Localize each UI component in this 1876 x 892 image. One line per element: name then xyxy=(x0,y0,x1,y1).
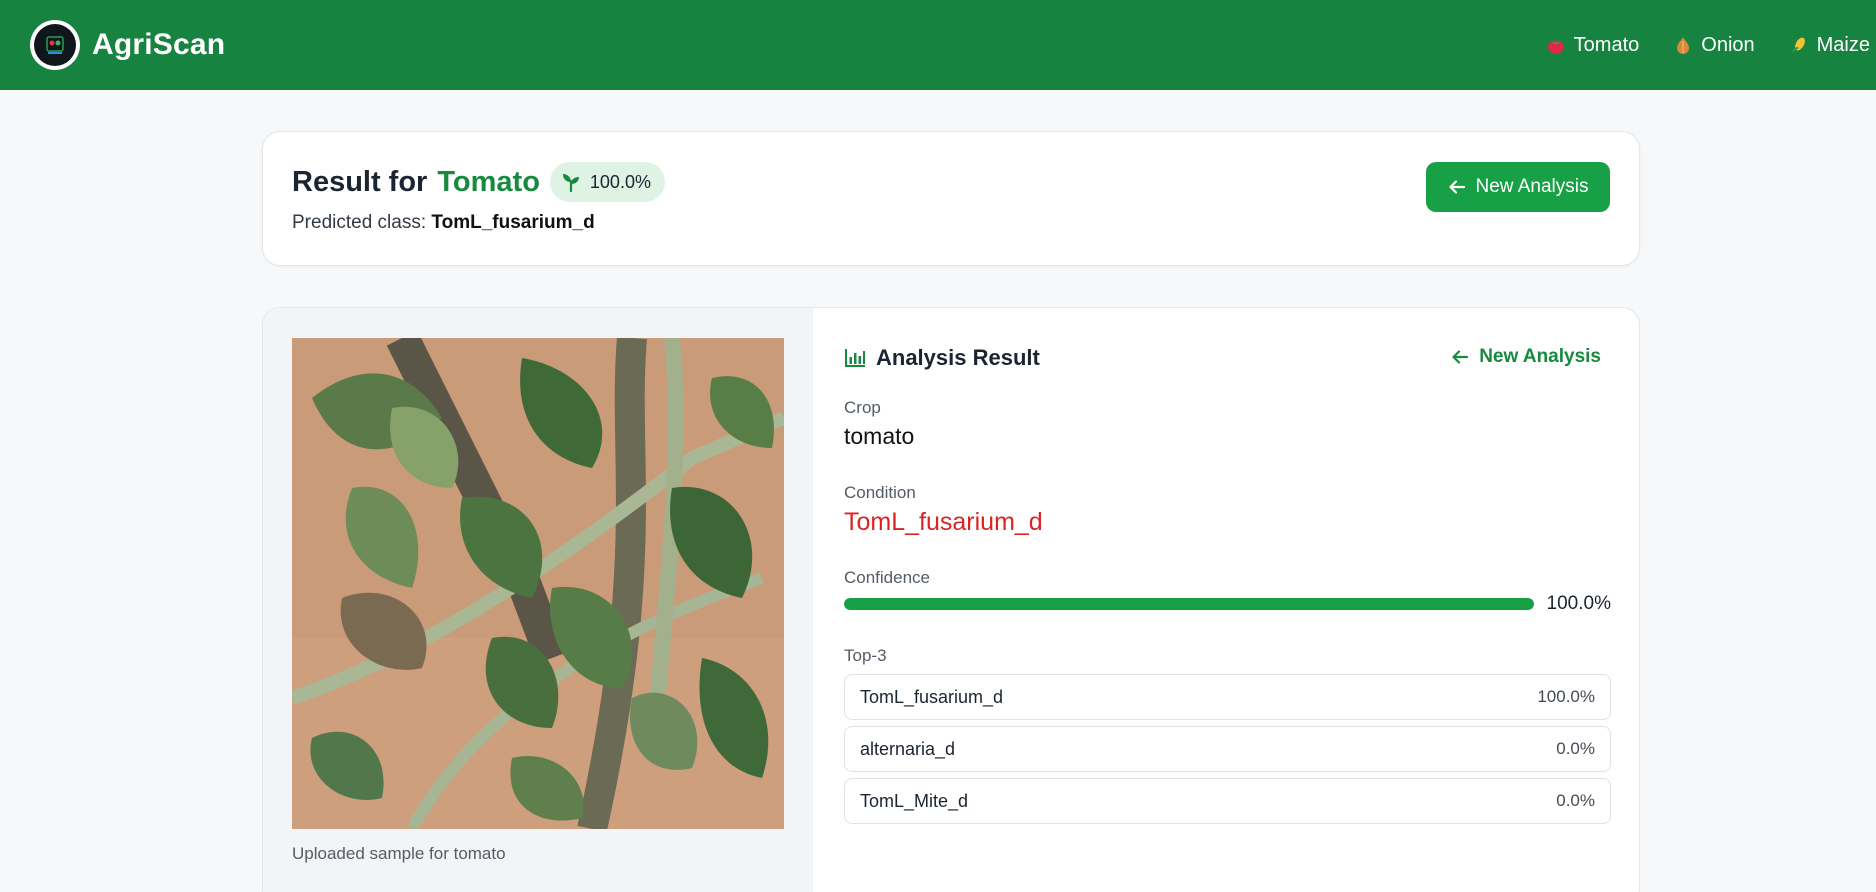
top3-class-pct: 100.0% xyxy=(1537,687,1595,706)
brand[interactable]: AgriScan xyxy=(30,20,225,70)
leaf-health-logo-icon xyxy=(30,20,80,70)
predicted-class-value: TomL_fusarium_d xyxy=(431,212,595,233)
confidence-value: 100.0% xyxy=(1546,593,1611,614)
nav-item-onion[interactable]: Onion xyxy=(1673,33,1755,57)
top-navbar: AgriScan Tomato Onion Maize xyxy=(0,0,1876,90)
top3-class-pct: 0.0% xyxy=(1556,739,1595,758)
confidence-badge: 100.0% xyxy=(549,162,665,202)
nav-item-label: Tomato xyxy=(1573,33,1640,56)
confidence-label: Confidence xyxy=(844,568,931,587)
bar-chart-icon xyxy=(845,349,865,367)
new-analysis-button-label: New Analysis xyxy=(1475,176,1589,197)
nav-item-label: Maize xyxy=(1816,33,1870,56)
title-crop: Tomato xyxy=(437,165,540,198)
new-analysis-link-label: New Analysis xyxy=(1479,346,1601,367)
analysis-card: Uploaded sample for tomato Analysis Resu… xyxy=(262,307,1640,892)
nav-item-label: Onion xyxy=(1701,33,1755,56)
arrow-left-icon xyxy=(1448,180,1465,194)
top3-row: TomL_fusarium_d 100.0% xyxy=(844,674,1611,720)
analysis-result-pane: Analysis Result New Analysis Crop tomato… xyxy=(813,308,1639,892)
maize-icon xyxy=(1791,37,1805,53)
predicted-class-label: Predicted class: xyxy=(292,212,427,233)
crop-nav: Tomato Onion Maize xyxy=(1546,0,1870,90)
sample-pane: Uploaded sample for tomato xyxy=(263,308,813,892)
tomato-icon xyxy=(1547,40,1564,54)
page-title: Result for Tomato 100.0% xyxy=(292,162,665,202)
top3-class-name: alternaria_d xyxy=(860,738,956,759)
top3-row: TomL_Mite_d 0.0% xyxy=(844,778,1611,824)
new-analysis-button[interactable]: New Analysis xyxy=(1426,162,1610,212)
analysis-result-title: Analysis Result xyxy=(876,345,1040,370)
analysis-result-heading: Analysis Result xyxy=(844,345,1040,371)
top3-class-name: TomL_fusarium_d xyxy=(860,686,1004,707)
crop-label: Crop xyxy=(844,398,881,417)
new-analysis-link[interactable]: New Analysis xyxy=(1451,346,1601,368)
result-summary-card: Result for Tomato 100.0% Predicted class… xyxy=(262,131,1640,266)
title-prefix: Result for xyxy=(292,165,428,198)
brand-name: AgriScan xyxy=(92,28,226,61)
top3-label: Top-3 xyxy=(844,646,887,665)
top3-list: TomL_fusarium_d 100.0% alternaria_d 0.0%… xyxy=(844,674,1611,830)
top3-class-pct: 0.0% xyxy=(1556,791,1595,810)
arrow-left-icon xyxy=(1452,350,1469,364)
nav-item-tomato[interactable]: Tomato xyxy=(1546,33,1640,57)
top3-row: alternaria_d 0.0% xyxy=(844,726,1611,772)
confidence-bar-fill xyxy=(844,598,1534,610)
top3-class-name: TomL_Mite_d xyxy=(860,790,969,811)
crop-value: tomato xyxy=(844,423,915,449)
sample-caption: Uploaded sample for tomato xyxy=(292,844,506,863)
predicted-class: Predicted class: TomL_fusarium_d xyxy=(292,212,595,234)
onion-icon xyxy=(1677,37,1690,54)
uploaded-leaf-image xyxy=(292,338,784,829)
confidence-bar xyxy=(844,598,1534,610)
confidence-badge-value: 100.0% xyxy=(589,171,651,192)
nav-item-maize[interactable]: Maize xyxy=(1789,34,1870,57)
condition-value: TomL_fusarium_d xyxy=(844,508,1043,536)
sprout-icon xyxy=(562,174,579,193)
condition-label: Condition xyxy=(844,483,916,502)
